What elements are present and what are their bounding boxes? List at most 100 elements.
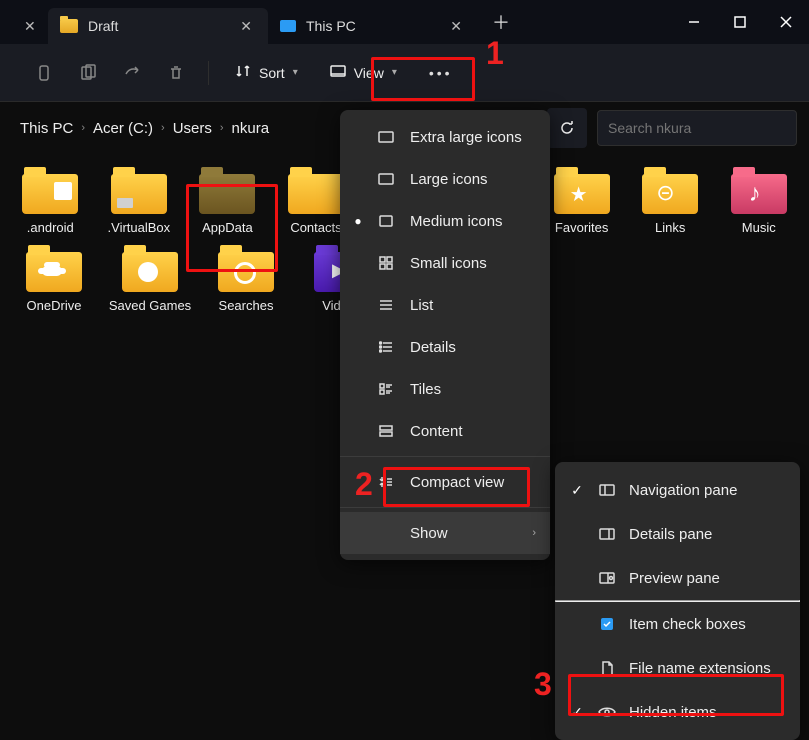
detpane-icon (597, 528, 617, 540)
sort-button[interactable]: Sort ▾ (221, 55, 312, 90)
folder-item[interactable]: Music (719, 168, 800, 236)
menu-item-label: Preview pane (629, 570, 720, 587)
delete-button[interactable] (156, 53, 196, 93)
tab-prev-close[interactable]: ✕ (8, 8, 48, 44)
folder-icon (218, 246, 274, 292)
folder-icon (199, 168, 255, 214)
checkitem-icon (597, 617, 617, 631)
menu-item-file-name-extensions[interactable]: File name extensions (555, 646, 800, 690)
crumb[interactable]: nkura (232, 120, 270, 137)
bullet-icon: ● (354, 214, 362, 228)
title-bar: ✕ Draft ✕ This PC ✕ ＋ (0, 0, 809, 44)
menu-item-label: Tiles (410, 381, 441, 398)
crumb[interactable]: Users (173, 120, 212, 137)
menu-item-tiles[interactable]: Tiles (340, 368, 550, 410)
chevron-right-icon: › (81, 122, 85, 134)
minimize-button[interactable] (671, 6, 717, 38)
refresh-button[interactable] (547, 108, 587, 148)
folder-item[interactable]: .android (10, 168, 91, 236)
menu-item-list[interactable]: List (340, 284, 550, 326)
menu-item-label: Large icons (410, 171, 488, 188)
monitor-icon (280, 20, 296, 32)
check-icon: ✓ (569, 704, 585, 721)
folder-icon (22, 168, 78, 214)
menu-separator (340, 507, 550, 508)
folder-item[interactable]: Links (630, 168, 711, 236)
folder-icon (731, 168, 787, 214)
compact-icon (376, 475, 396, 489)
more-button[interactable]: ••• (415, 57, 467, 89)
menu-item-content[interactable]: Content (340, 410, 550, 452)
menu-item-small-icons[interactable]: Small icons (340, 242, 550, 284)
close-icon: ✕ (20, 14, 40, 39)
folder-label: Links (655, 220, 685, 236)
rect-lg-icon (376, 172, 396, 186)
close-icon[interactable]: ✕ (446, 14, 466, 39)
menu-item-label: Item check boxes (629, 616, 746, 633)
menu-item-preview-pane[interactable]: Preview pane (555, 556, 800, 600)
navpane-icon (597, 484, 617, 496)
menu-item-label: Medium icons (410, 213, 503, 230)
folder-item[interactable]: Favorites (541, 168, 622, 236)
view-button[interactable]: View ▾ (316, 56, 411, 89)
annotation-number: 3 (534, 666, 552, 703)
menu-item-hidden-items[interactable]: ✓ Hidden items (555, 690, 800, 734)
folder-label: Music (742, 220, 776, 236)
show-submenu: ✓ Navigation pane Details pane Preview p… (555, 462, 800, 740)
menu-item-label: Show (410, 525, 448, 542)
menu-item-large-icons[interactable]: Large icons (340, 158, 550, 200)
menu-item-label: Small icons (410, 255, 487, 272)
list-icon (376, 298, 396, 312)
folder-label: Contacts (290, 220, 341, 236)
folder-item[interactable]: .VirtualBox (99, 168, 180, 236)
menu-item-label: Details pane (629, 526, 712, 543)
folder-icon (554, 168, 610, 214)
crumb[interactable]: This PC (20, 120, 73, 137)
folder-label: .VirtualBox (108, 220, 171, 236)
folder-item[interactable]: Searches (202, 246, 290, 314)
folder-icon (111, 168, 167, 214)
details-icon (376, 340, 396, 354)
check-icon: ✓ (569, 482, 585, 499)
folder-icon (288, 168, 344, 214)
chevron-right-icon: › (161, 122, 165, 134)
menu-item-label: Hidden items (629, 704, 717, 721)
folder-item[interactable]: Saved Games (106, 246, 194, 314)
chevron-down-icon: ▾ (392, 67, 397, 78)
copy-button[interactable] (68, 53, 108, 93)
crumb[interactable]: Acer (C:) (93, 120, 153, 137)
share-button[interactable] (112, 53, 152, 93)
prevpane-icon (597, 572, 617, 584)
folder-label: AppData (202, 220, 253, 236)
folder-icon (26, 246, 82, 292)
eye-icon (597, 706, 617, 718)
folder-icon (60, 19, 78, 33)
folder-icon (122, 246, 178, 292)
breadcrumb[interactable]: This PC › Acer (C:) › Users › nkura (12, 116, 277, 141)
menu-item-item-check-boxes[interactable]: Item check boxes (555, 602, 800, 646)
view-icon (330, 64, 346, 81)
folder-item[interactable]: AppData (187, 168, 268, 236)
menu-item-show[interactable]: Show › (340, 512, 550, 554)
menu-item-medium-icons[interactable]: ● Medium icons (340, 200, 550, 242)
menu-item-extra-large-icons[interactable]: Extra large icons (340, 116, 550, 158)
folder-item[interactable]: OneDrive (10, 246, 98, 314)
search-input[interactable] (597, 110, 797, 146)
tab-this-pc[interactable]: This PC ✕ (268, 8, 478, 44)
close-window-button[interactable] (763, 6, 809, 38)
tab-label: This PC (306, 18, 356, 34)
maximize-button[interactable] (717, 6, 763, 38)
chevron-right-icon: › (532, 527, 536, 539)
grid-icon (376, 256, 396, 270)
sort-icon (235, 63, 251, 82)
menu-item-label: Content (410, 423, 463, 440)
cut-button[interactable] (24, 53, 64, 93)
annotation-number: 1 (486, 35, 504, 72)
menu-item-details[interactable]: Details (340, 326, 550, 368)
menu-item-details-pane[interactable]: Details pane (555, 512, 800, 556)
tab-draft[interactable]: Draft ✕ (48, 8, 268, 44)
close-icon[interactable]: ✕ (236, 14, 256, 39)
menu-item-label: Navigation pane (629, 482, 737, 499)
chevron-right-icon: › (220, 122, 224, 134)
menu-item-navigation-pane[interactable]: ✓ Navigation pane (555, 468, 800, 512)
